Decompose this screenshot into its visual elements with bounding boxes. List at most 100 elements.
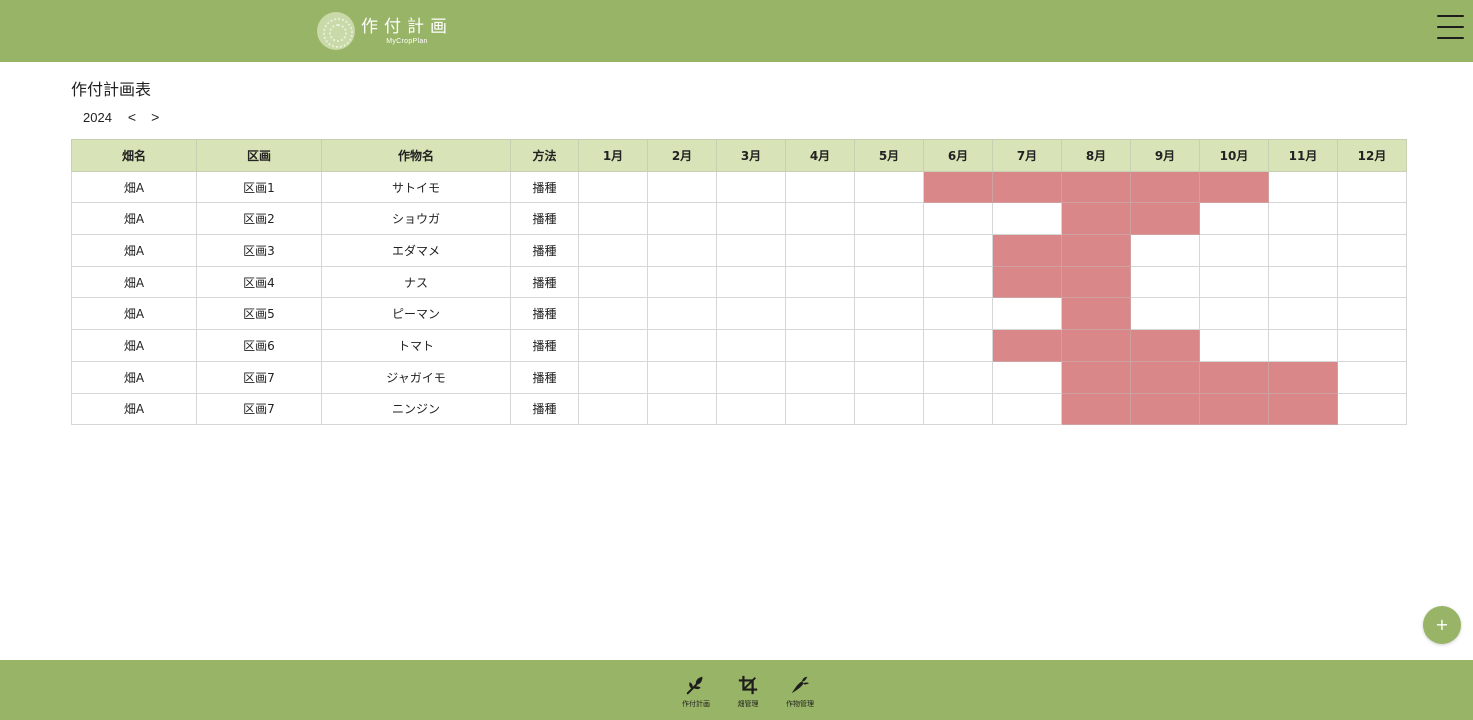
nav-crop-plan[interactable]: 作付計画 xyxy=(670,674,722,709)
month-cell[interactable] xyxy=(854,170,924,204)
month-cell[interactable] xyxy=(647,202,717,236)
planned-month-cell[interactable] xyxy=(1268,392,1338,426)
month-cell[interactable] xyxy=(578,265,648,299)
month-cell[interactable] xyxy=(578,297,648,331)
month-cell[interactable] xyxy=(1337,202,1407,236)
month-cell[interactable] xyxy=(785,202,855,236)
month-cell[interactable] xyxy=(923,360,993,394)
month-cell[interactable] xyxy=(647,329,717,362)
month-cell[interactable] xyxy=(578,234,648,267)
month-cell[interactable] xyxy=(923,297,993,331)
planned-month-cell[interactable] xyxy=(1061,202,1131,236)
table-row[interactable]: 畑A 区画4 ナス 播種 xyxy=(71,265,1407,299)
planned-month-cell[interactable] xyxy=(1061,265,1131,299)
add-plan-button[interactable]: + xyxy=(1423,606,1461,644)
month-cell[interactable] xyxy=(1130,265,1200,299)
month-cell[interactable] xyxy=(578,329,648,362)
month-cell[interactable] xyxy=(992,360,1062,394)
month-cell[interactable] xyxy=(1268,265,1338,299)
month-cell[interactable] xyxy=(1199,265,1269,299)
month-cell[interactable] xyxy=(854,265,924,299)
app-logo[interactable]: 作付計画 MyCropPlan xyxy=(317,12,453,50)
month-cell[interactable] xyxy=(1130,297,1200,331)
month-cell[interactable] xyxy=(1199,202,1269,236)
planned-month-cell[interactable] xyxy=(992,170,1062,204)
month-cell[interactable] xyxy=(578,202,648,236)
planned-month-cell[interactable] xyxy=(1061,234,1131,267)
planned-month-cell[interactable] xyxy=(1061,297,1131,331)
month-cell[interactable] xyxy=(1337,234,1407,267)
planned-month-cell[interactable] xyxy=(1199,360,1269,394)
month-cell[interactable] xyxy=(716,265,786,299)
month-cell[interactable] xyxy=(923,329,993,362)
month-cell[interactable] xyxy=(1268,329,1338,362)
planned-month-cell[interactable] xyxy=(1199,392,1269,426)
month-cell[interactable] xyxy=(647,234,717,267)
planned-month-cell[interactable] xyxy=(1061,392,1131,426)
month-cell[interactable] xyxy=(854,329,924,362)
month-cell[interactable] xyxy=(923,265,993,299)
month-cell[interactable] xyxy=(785,360,855,394)
month-cell[interactable] xyxy=(992,297,1062,331)
planned-month-cell[interactable] xyxy=(1061,360,1131,394)
month-cell[interactable] xyxy=(854,202,924,236)
month-cell[interactable] xyxy=(716,360,786,394)
month-cell[interactable] xyxy=(1337,329,1407,362)
planned-month-cell[interactable] xyxy=(992,265,1062,299)
planned-month-cell[interactable] xyxy=(992,234,1062,267)
month-cell[interactable] xyxy=(647,297,717,331)
planned-month-cell[interactable] xyxy=(1130,202,1200,236)
month-cell[interactable] xyxy=(578,170,648,204)
month-cell[interactable] xyxy=(1199,234,1269,267)
planned-month-cell[interactable] xyxy=(1130,360,1200,394)
month-cell[interactable] xyxy=(578,392,648,426)
month-cell[interactable] xyxy=(647,360,717,394)
month-cell[interactable] xyxy=(854,392,924,426)
month-cell[interactable] xyxy=(647,170,717,204)
nav-field-management[interactable]: 畑管理 xyxy=(722,674,774,709)
month-cell[interactable] xyxy=(1268,234,1338,267)
previous-year-button[interactable]: < xyxy=(128,109,136,125)
planned-month-cell[interactable] xyxy=(1199,170,1269,204)
month-cell[interactable] xyxy=(854,360,924,394)
month-cell[interactable] xyxy=(992,202,1062,236)
planned-month-cell[interactable] xyxy=(1130,170,1200,204)
month-cell[interactable] xyxy=(785,392,855,426)
month-cell[interactable] xyxy=(647,392,717,426)
month-cell[interactable] xyxy=(923,234,993,267)
table-row[interactable]: 畑A 区画1 サトイモ 播種 xyxy=(71,170,1407,204)
month-cell[interactable] xyxy=(716,202,786,236)
table-row[interactable]: 畑A 区画5 ピーマン 播種 xyxy=(71,297,1407,331)
table-row[interactable]: 畑A 区画2 ショウガ 播種 xyxy=(71,202,1407,236)
planned-month-cell[interactable] xyxy=(1130,329,1200,362)
month-cell[interactable] xyxy=(647,265,717,299)
planned-month-cell[interactable] xyxy=(923,170,993,204)
next-year-button[interactable]: > xyxy=(151,109,159,125)
table-row[interactable]: 畑A 区画3 エダマメ 播種 xyxy=(71,234,1407,267)
month-cell[interactable] xyxy=(1337,170,1407,204)
month-cell[interactable] xyxy=(1337,360,1407,394)
month-cell[interactable] xyxy=(1199,297,1269,331)
table-row[interactable]: 畑A 区画7 ジャガイモ 播種 xyxy=(71,360,1407,394)
month-cell[interactable] xyxy=(785,297,855,331)
planned-month-cell[interactable] xyxy=(1268,360,1338,394)
planned-month-cell[interactable] xyxy=(992,329,1062,362)
month-cell[interactable] xyxy=(1337,392,1407,426)
month-cell[interactable] xyxy=(854,234,924,267)
nav-crop-management[interactable]: 作物管理 xyxy=(774,674,826,709)
table-row[interactable]: 畑A 区画6 トマト 播種 xyxy=(71,329,1407,362)
table-row[interactable]: 畑A 区画7 ニンジン 播種 xyxy=(71,392,1407,426)
month-cell[interactable] xyxy=(578,360,648,394)
month-cell[interactable] xyxy=(1268,170,1338,204)
month-cell[interactable] xyxy=(1337,265,1407,299)
hamburger-menu-icon[interactable] xyxy=(1437,14,1464,40)
month-cell[interactable] xyxy=(923,202,993,236)
month-cell[interactable] xyxy=(1130,234,1200,267)
month-cell[interactable] xyxy=(854,297,924,331)
month-cell[interactable] xyxy=(716,170,786,204)
month-cell[interactable] xyxy=(716,234,786,267)
month-cell[interactable] xyxy=(1268,297,1338,331)
month-cell[interactable] xyxy=(785,265,855,299)
month-cell[interactable] xyxy=(1337,297,1407,331)
month-cell[interactable] xyxy=(1199,329,1269,362)
